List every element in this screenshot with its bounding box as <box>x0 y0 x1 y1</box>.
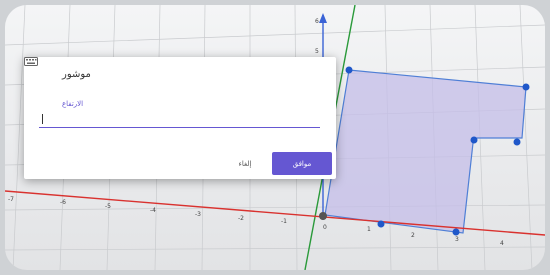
point-a[interactable] <box>345 66 353 74</box>
x-tick-label: 2 <box>411 232 415 239</box>
x-tick-label: 0 <box>323 224 327 231</box>
dialog-title: موشور <box>62 69 91 80</box>
x-tick-label: -5 <box>105 203 111 210</box>
x-tick-label: -1 <box>281 218 287 225</box>
x-tick-label: -7 <box>8 196 14 203</box>
x-tick-label: -6 <box>60 199 66 206</box>
graphing-canvas[interactable]: -7 -6 -5 -4 -3 -2 -1 0 1 2 3 4 6 5 موشور… <box>5 5 545 270</box>
app-frame: -7 -6 -5 -4 -3 -2 -1 0 1 2 3 4 6 5 موشور… <box>0 0 550 275</box>
z-tick-label: 6 <box>315 18 319 25</box>
x-tick-label: 4 <box>500 240 504 247</box>
z-tick-label: 5 <box>315 48 319 55</box>
point-d[interactable] <box>470 136 478 144</box>
x-tick-label: -2 <box>238 215 244 222</box>
cancel-button[interactable]: إلغاء <box>224 153 266 175</box>
text-caret <box>42 114 43 124</box>
x-tick-label: 3 <box>455 236 459 243</box>
keyboard-icon[interactable] <box>24 57 38 66</box>
polygon-shape[interactable] <box>324 69 527 234</box>
point-f[interactable] <box>377 220 385 228</box>
x-tick-label: -4 <box>150 207 156 214</box>
height-input[interactable] <box>39 107 320 128</box>
x-tick-label: 1 <box>367 226 371 233</box>
origin-point[interactable] <box>319 212 327 220</box>
z-axis-arrow <box>319 13 327 23</box>
point-c[interactable] <box>513 138 521 146</box>
point-b[interactable] <box>522 83 530 91</box>
ok-button[interactable]: موافق <box>272 152 332 175</box>
x-tick-label: -3 <box>195 211 201 218</box>
prism-dialog: موشور الارتفاع إلغاء موافق <box>24 57 336 179</box>
point-e[interactable] <box>452 228 460 236</box>
